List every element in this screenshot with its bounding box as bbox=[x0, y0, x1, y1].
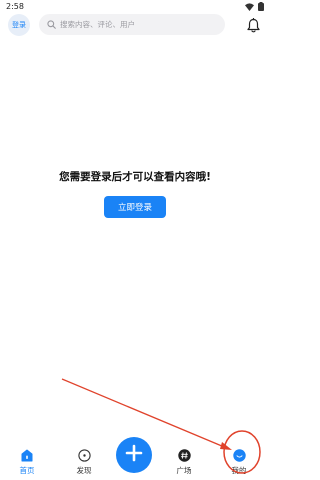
bottom-nav: 首页 发现 广场 我的 bbox=[0, 432, 270, 480]
nav-label-profile: 我的 bbox=[231, 466, 247, 475]
top-bar: 登录 搜索内容、评论、用户 bbox=[0, 12, 270, 36]
nav-label-square: 广场 bbox=[176, 466, 192, 475]
nav-item-profile[interactable]: 我的 bbox=[219, 432, 259, 476]
search-icon bbox=[47, 20, 56, 29]
bell-icon[interactable] bbox=[245, 16, 261, 34]
nav-item-discover[interactable]: 发现 bbox=[64, 432, 104, 476]
wifi-icon bbox=[245, 2, 254, 11]
home-icon bbox=[21, 449, 34, 462]
status-icons bbox=[245, 2, 264, 11]
login-now-button[interactable]: 立即登录 bbox=[104, 196, 166, 218]
login-required-message: 您需要登录后才可以查看内容哦! bbox=[59, 171, 211, 183]
nav-label-home: 首页 bbox=[19, 466, 35, 475]
annotation-overlay bbox=[61, 378, 261, 474]
app-screen: 2:58 登录 搜索内容、评论、用户 您需要登录后才可以查看内容哦! 立即登录 … bbox=[0, 0, 270, 480]
profile-smile-icon bbox=[232, 449, 246, 462]
search-placeholder: 搜索内容、评论、用户 bbox=[60, 20, 135, 29]
nav-label-discover: 发现 bbox=[76, 466, 92, 475]
discover-icon bbox=[77, 449, 91, 462]
nav-item-square[interactable]: 广场 bbox=[164, 432, 204, 476]
login-now-label: 立即登录 bbox=[117, 203, 152, 213]
square-hash-icon bbox=[177, 449, 191, 462]
login-label: 登录 bbox=[12, 21, 26, 29]
plus-icon bbox=[125, 444, 143, 466]
add-post-button[interactable] bbox=[116, 437, 152, 473]
login-avatar-button[interactable]: 登录 bbox=[8, 14, 30, 36]
status-time: 2:58 bbox=[6, 2, 24, 11]
search-input[interactable]: 搜索内容、评论、用户 bbox=[39, 14, 225, 35]
battery-icon bbox=[258, 2, 264, 11]
nav-item-home[interactable]: 首页 bbox=[7, 432, 47, 476]
